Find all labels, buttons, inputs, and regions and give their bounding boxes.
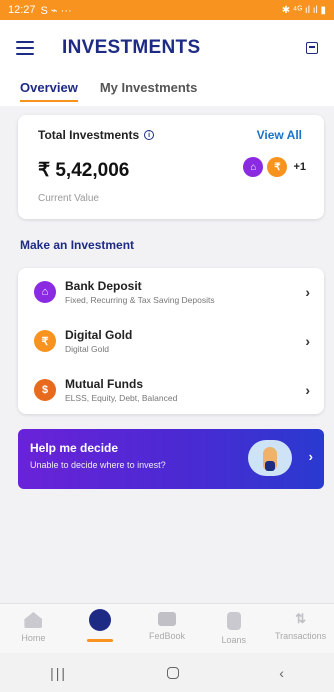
bank-deposit-icon: ⌂ bbox=[34, 281, 56, 303]
chevron-right-icon: › bbox=[308, 449, 313, 464]
nav-fedbook[interactable]: FedBook bbox=[134, 604, 201, 653]
status-notification-icons: S ⌁ ··· bbox=[40, 4, 72, 17]
total-investments-title: Total Investments bbox=[38, 128, 140, 142]
gold-icon: ₹ bbox=[34, 330, 56, 352]
option-title: Digital Gold bbox=[65, 328, 133, 342]
system-navigation-bar: ||| ‹ bbox=[0, 653, 334, 692]
current-value-label: Current Value bbox=[38, 193, 99, 204]
active-tab-indicator bbox=[87, 639, 114, 642]
view-all-link[interactable]: View All bbox=[257, 128, 302, 142]
recent-apps-icon[interactable]: ||| bbox=[50, 665, 67, 681]
option-title: Mutual Funds bbox=[65, 377, 143, 391]
back-icon[interactable]: ‹ bbox=[279, 665, 284, 681]
status-bar: 12:27 S ⌁ ··· ✱ ⁴ᴳ ıl ıl ▮ bbox=[0, 0, 334, 20]
nav-home[interactable]: Home bbox=[0, 604, 67, 653]
investment-option-mutual-funds[interactable]: $ Mutual Funds ELSS, Equity, Debt, Balan… bbox=[18, 366, 324, 414]
chevron-right-icon: › bbox=[305, 333, 310, 349]
investments-icon bbox=[89, 609, 112, 631]
menu-icon[interactable] bbox=[16, 41, 34, 55]
tab-bar: Overview My Investments bbox=[0, 76, 334, 106]
make-investment-title: Make an Investment bbox=[20, 238, 135, 252]
bank-deposit-icon: ⌂ bbox=[243, 157, 264, 177]
calendar-icon[interactable] bbox=[306, 42, 318, 54]
holding-icons: ⌂ ₹ +1 bbox=[243, 157, 306, 177]
status-system-icons: ✱ ⁴ᴳ ıl ıl ▮ bbox=[281, 4, 326, 16]
option-title: Bank Deposit bbox=[65, 279, 142, 293]
mutual-funds-icon: $ bbox=[34, 379, 56, 401]
total-amount: ₹ 5,42,006 bbox=[38, 160, 130, 181]
nav-loans[interactable]: Loans bbox=[200, 604, 267, 653]
investment-option-digital-gold[interactable]: ₹ Digital Gold Digital Gold › bbox=[18, 317, 324, 365]
home-icon bbox=[24, 612, 43, 628]
help-title: Help me decide bbox=[30, 441, 119, 455]
nav-transactions[interactable]: ⇅ Transactions bbox=[267, 604, 334, 653]
info-icon[interactable]: i bbox=[144, 130, 155, 140]
chevron-right-icon: › bbox=[305, 284, 310, 300]
tab-overview[interactable]: Overview bbox=[20, 76, 78, 106]
investment-options-card: ⌂ Bank Deposit Fixed, Recurring & Tax Sa… bbox=[18, 268, 324, 414]
help-me-decide-banner[interactable]: Help me decide Unable to decide where to… bbox=[18, 429, 324, 489]
option-subtitle: Digital Gold bbox=[65, 344, 109, 354]
investment-option-bank-deposit[interactable]: ⌂ Bank Deposit Fixed, Recurring & Tax Sa… bbox=[18, 268, 324, 316]
option-subtitle: ELSS, Equity, Debt, Balanced bbox=[65, 393, 178, 403]
status-time: 12:27 bbox=[8, 4, 36, 16]
fedbook-icon bbox=[157, 612, 176, 626]
option-subtitle: Fixed, Recurring & Tax Saving Deposits bbox=[65, 295, 215, 305]
page-title: INVESTMENTS bbox=[62, 37, 201, 58]
nav-investments[interactable] bbox=[67, 604, 134, 653]
chevron-right-icon: › bbox=[305, 382, 310, 398]
bottom-navigation: Home FedBook Loans ⇅ Transactions bbox=[0, 603, 334, 653]
advisor-illustration bbox=[248, 440, 292, 476]
help-subtitle: Unable to decide where to invest? bbox=[30, 460, 166, 470]
loans-icon bbox=[226, 612, 241, 630]
gold-icon: ₹ bbox=[267, 157, 288, 177]
tab-my-investments[interactable]: My Investments bbox=[100, 76, 198, 106]
transactions-icon: ⇅ bbox=[295, 611, 307, 626]
more-holdings-count: +1 bbox=[293, 161, 306, 173]
total-investments-card: Total Investments i View All ₹ 5,42,006 … bbox=[18, 115, 324, 219]
home-button-icon[interactable] bbox=[167, 666, 180, 679]
app-header: INVESTMENTS bbox=[0, 20, 334, 76]
